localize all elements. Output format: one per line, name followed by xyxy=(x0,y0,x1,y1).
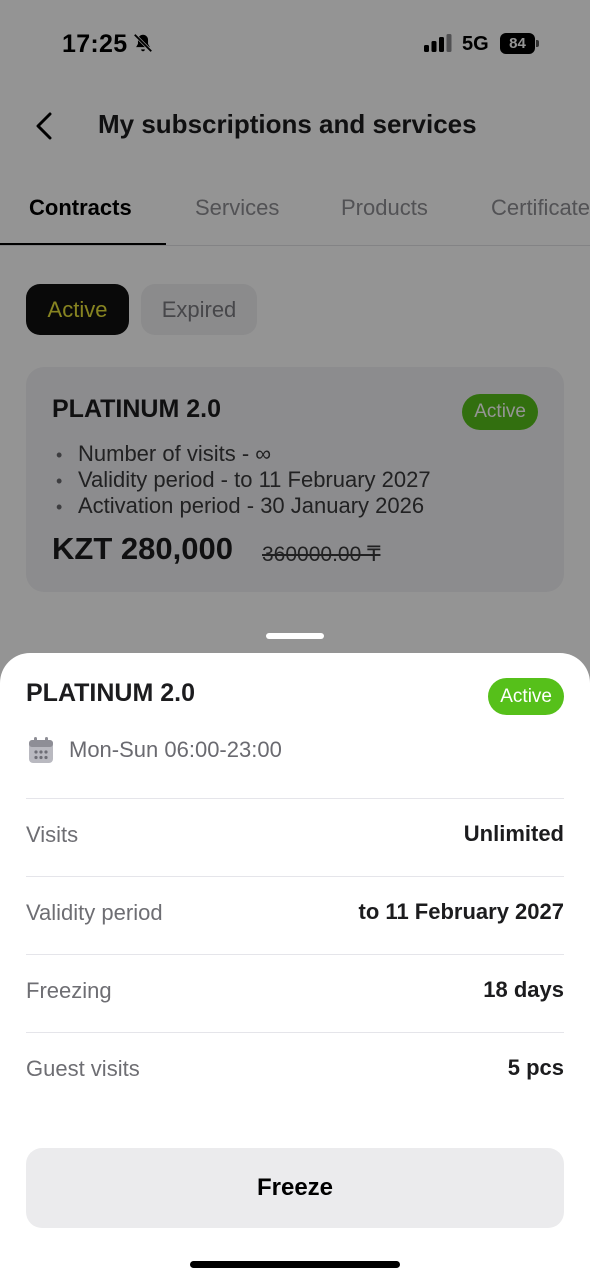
bottom-sheet: PLATINUM 2.0 Active Mon-Sun 06:00-23:00 … xyxy=(0,653,590,1280)
row-label: Validity period xyxy=(26,900,163,925)
sheet-status-badge: Active xyxy=(488,678,564,715)
row-label: Visits xyxy=(26,822,79,847)
sheet-drag-handle[interactable] xyxy=(266,633,324,639)
detail-row-freezing: Freezing 18 days xyxy=(26,954,564,1032)
detail-row-visits: Visits Unlimited xyxy=(26,798,564,876)
row-label: Guest visits xyxy=(26,1056,140,1081)
freeze-button[interactable]: Freeze xyxy=(26,1148,564,1228)
row-value: 18 days xyxy=(483,977,564,1002)
row-label: Freezing xyxy=(26,978,112,1003)
detail-row-validity: Validity period to 11 February 2027 xyxy=(26,876,564,954)
sheet-title: PLATINUM 2.0 xyxy=(26,679,195,707)
row-value: Unlimited xyxy=(463,821,564,846)
row-value: to 11 February 2027 xyxy=(358,899,564,924)
detail-row-guest-visits: Guest visits 5 pcs xyxy=(26,1032,564,1110)
calendar-icon xyxy=(29,737,53,763)
schedule-text: Mon-Sun 06:00-23:00 xyxy=(69,737,282,762)
row-value: 5 pcs xyxy=(507,1055,564,1080)
home-indicator xyxy=(190,1261,400,1268)
